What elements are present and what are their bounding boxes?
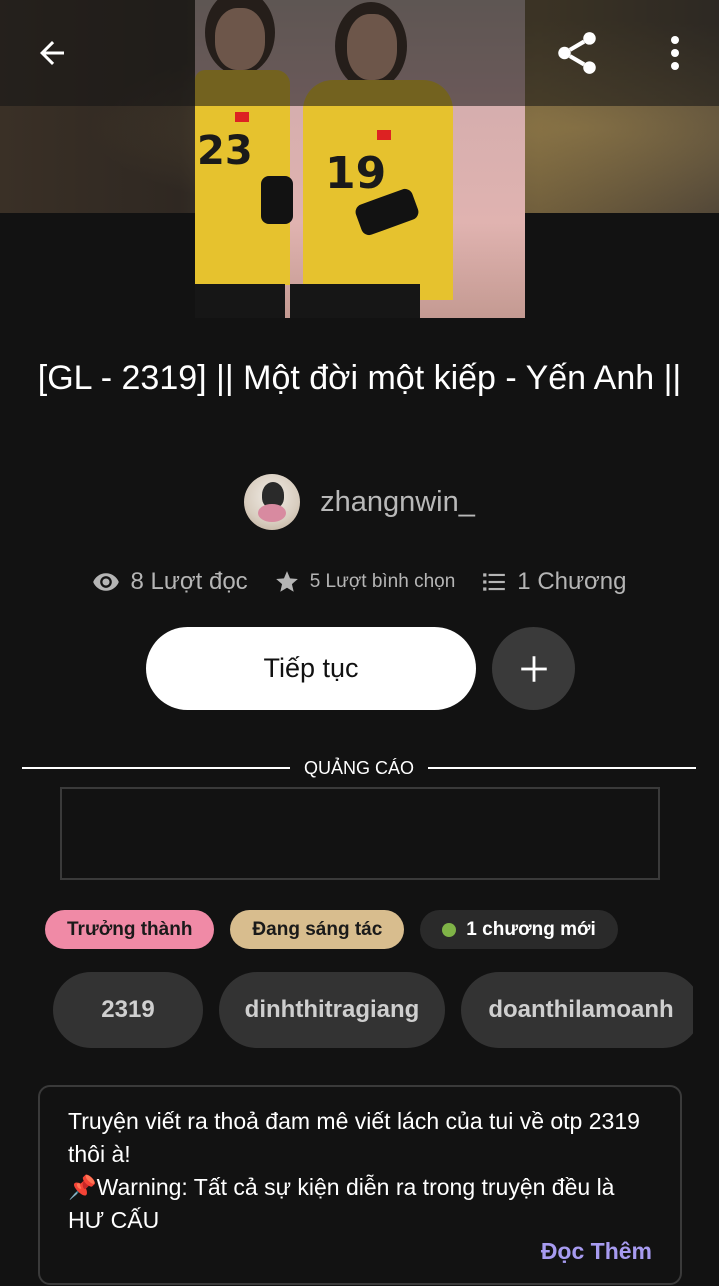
tag-chip[interactable]: dinhthitragiang [219, 972, 445, 1048]
cover-armband [261, 176, 293, 224]
arrow-left-icon [40, 41, 64, 65]
more-vertical-icon [671, 36, 679, 70]
tag-chip[interactable]: 2319 [53, 972, 203, 1048]
story-title: [GL - 2319] || Một đời một kiếp - Yến An… [37, 359, 682, 397]
jersey-number: 23 [197, 128, 253, 174]
ad-label: QUẢNG CÁO [303, 758, 414, 778]
story-badges: Trưởng thành Đang sáng tác 1 chương mới [45, 910, 618, 949]
continue-reading-button[interactable]: Tiếp tục [146, 627, 476, 710]
share-button[interactable] [548, 24, 606, 82]
avatar-illustration [258, 504, 287, 522]
cover-figure [195, 284, 285, 318]
reads-stat: 8 Lượt đọc [92, 568, 248, 596]
more-options-button[interactable] [652, 26, 698, 80]
ad-divider [428, 767, 696, 769]
story-description: Truyện viết ra thoả đam mê viết lách của… [38, 1085, 682, 1285]
list-icon [483, 573, 506, 591]
new-chapter-badge: 1 chương mới [420, 910, 618, 949]
description-text: Truyện viết ra thoả đam mê viết lách của… [68, 1108, 640, 1233]
author-name[interactable]: zhangnwin_ [320, 486, 475, 519]
ongoing-badge: Đang sáng tác [230, 910, 405, 949]
top-app-bar [0, 0, 719, 106]
chapters-stat: 1 Chương [481, 568, 627, 596]
star-icon [275, 571, 298, 592]
ad-divider [22, 767, 290, 769]
eye-icon [93, 573, 120, 591]
share-icon [558, 32, 596, 74]
cover-figure [290, 284, 420, 318]
read-more-link[interactable]: Đọc Thêm [541, 1238, 652, 1265]
new-indicator-dot [442, 922, 457, 937]
chapters-count: 1 Chương [517, 568, 627, 595]
plus-icon [520, 655, 547, 682]
mature-badge: Trưởng thành [45, 910, 215, 949]
story-detail-page: 23 19 [GL - 2319] || Một đời một kiếp - … [0, 0, 719, 1286]
add-to-library-button[interactable] [492, 627, 575, 710]
story-stats: 8 Lượt đọc 5 Lượt bình chọn 1 Chương [0, 562, 719, 602]
jersey-number: 19 [325, 148, 387, 199]
back-button[interactable] [22, 28, 82, 78]
story-actions: Tiếp tục [146, 627, 575, 710]
reads-count: 8 Lượt đọc [130, 568, 248, 595]
votes-stat: 5 Lượt bình chọn [274, 569, 456, 595]
tag-chip[interactable]: doanthilamoanh [461, 972, 693, 1048]
cover-flag [235, 112, 249, 122]
new-chapter-label: 1 chương mới [466, 918, 596, 940]
ad-slot[interactable] [60, 787, 660, 880]
author-avatar[interactable] [244, 474, 301, 530]
votes-count: 5 Lượt bình chọn [309, 571, 456, 592]
author-row[interactable]: zhangnwin_ [0, 474, 719, 530]
cover-flag [377, 130, 391, 140]
tag-list: 2319 dinhthitragiang doanthilamoanh [53, 972, 693, 1048]
